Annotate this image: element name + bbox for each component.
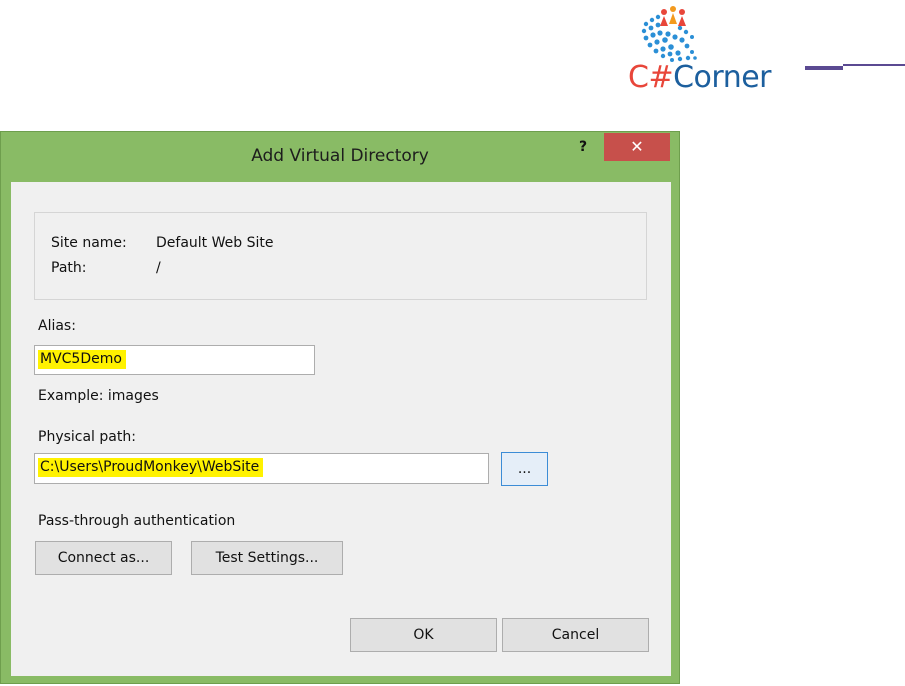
cancel-button[interactable]: Cancel — [502, 618, 649, 652]
dialog-content: Site name: Default Web Site Path: / Alia… — [11, 182, 671, 676]
help-button[interactable]: ? — [569, 136, 597, 158]
logo-wordmark: C#Corner — [628, 60, 772, 95]
physical-path-label: Physical path: — [38, 429, 136, 445]
physical-path-input[interactable]: C:\Users\ProudMonkey\WebSite — [34, 453, 489, 484]
pass-through-auth-label: Pass-through authentication — [38, 513, 236, 529]
physical-path-input-value: C:\Users\ProudMonkey\WebSite — [38, 458, 264, 477]
alias-input-value: MVC5Demo — [38, 350, 126, 369]
add-virtual-directory-dialog: Add Virtual Directory ? ✕ Site name: Def… — [0, 131, 680, 684]
connect-as-button[interactable]: Connect as... — [35, 541, 172, 575]
site-name-label: Site name: — [51, 235, 127, 251]
close-icon: ✕ — [630, 137, 644, 156]
logo-text-csharp: C# — [628, 60, 674, 95]
alias-input[interactable]: MVC5Demo — [34, 345, 315, 375]
alias-example-text: Example: images — [38, 388, 159, 404]
logo-text-corner: Corner — [673, 60, 772, 95]
ok-button[interactable]: OK — [350, 618, 497, 652]
csharp-corner-logo: C#Corner — [624, 4, 905, 104]
logo-bar — [805, 66, 843, 70]
title-bar[interactable]: Add Virtual Directory ? ✕ — [1, 132, 679, 178]
test-settings-button[interactable]: Test Settings... — [191, 541, 343, 575]
logo-line — [843, 64, 905, 66]
alias-label: Alias: — [38, 318, 76, 334]
path-label: Path: — [51, 260, 87, 276]
browse-button[interactable]: ... — [501, 452, 548, 486]
site-name-value: Default Web Site — [156, 235, 274, 251]
site-info-group: Site name: Default Web Site Path: / — [34, 212, 647, 300]
close-button[interactable]: ✕ — [604, 133, 670, 161]
logo-globe-icon — [641, 6, 697, 62]
path-value: / — [156, 260, 161, 276]
